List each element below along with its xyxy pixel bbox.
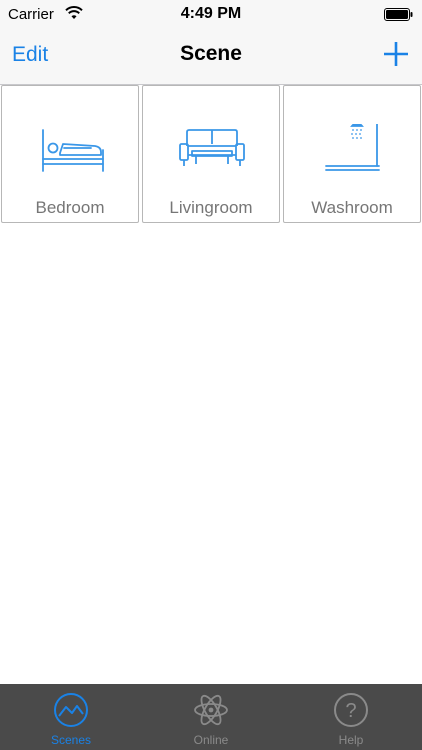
status-bar: Carrier 4:49 PM [0,0,422,28]
sofa-icon [179,129,245,166]
scene-tile-livingroom[interactable]: Livingroom [142,85,280,223]
scene-label: Bedroom [35,198,105,217]
tab-online[interactable]: Online [141,684,281,750]
scenes-icon [54,693,88,727]
add-scene-button[interactable] [382,40,410,68]
plus-icon [384,42,408,66]
scene-tile-bedroom[interactable]: Bedroom [1,85,139,223]
help-icon: ? [334,693,368,727]
tab-help[interactable]: ? Help [281,684,421,750]
atom-icon [194,694,228,726]
shower-icon [325,124,380,171]
scene-label: Livingroom [169,198,253,217]
tab-label: Online [193,733,229,747]
scene-tile-washroom[interactable]: Washroom [283,85,421,223]
tab-label: Scenes [50,733,92,747]
navigation-bar: Edit Scene [0,28,422,85]
page-title: Scene [180,42,242,65]
tab-bar: Scenes Online ? Help [0,684,422,750]
tab-scenes[interactable]: Scenes [1,684,141,750]
svg-text:?: ? [345,700,356,722]
bed-icon [42,129,104,172]
app-screen: Carrier 4:49 PM Edit Scene Bedroom Livin… [0,0,422,750]
status-time: 4:49 PM [180,5,242,22]
tab-label: Help [338,733,364,747]
edit-button[interactable]: Edit [12,43,48,67]
scene-label: Washroom [311,198,393,217]
battery-icon [384,8,414,21]
